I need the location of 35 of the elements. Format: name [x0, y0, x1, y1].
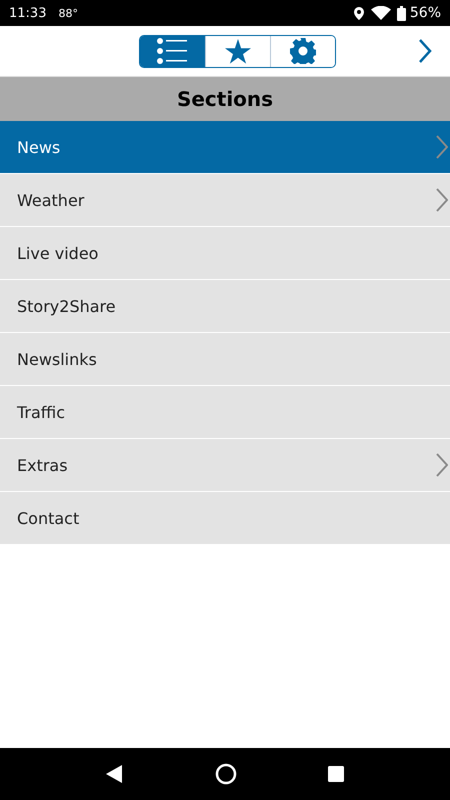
location-icon — [352, 6, 365, 20]
section-label: Newslinks — [17, 350, 97, 368]
chevron-right-icon — [436, 135, 448, 159]
section-item[interactable]: Live video — [0, 227, 450, 280]
wifi-icon — [370, 6, 391, 20]
gear-tab[interactable] — [270, 36, 334, 66]
list-tab[interactable] — [140, 36, 204, 66]
section-item[interactable]: Newslinks — [0, 333, 450, 386]
section-item[interactable]: Weather — [0, 174, 450, 227]
header-title: Sections — [176, 87, 274, 111]
chevron-right-icon — [436, 453, 448, 477]
section-item[interactable]: Extras — [0, 439, 450, 492]
section-label: Traffic — [17, 402, 66, 422]
section-label: Live video — [17, 244, 98, 262]
clock: 11:33 — [9, 6, 46, 20]
section-label: Story2Share — [17, 296, 116, 316]
chevron-right-icon[interactable] — [418, 38, 432, 64]
star-icon — [224, 38, 250, 64]
battery-percent: 56% — [410, 5, 441, 21]
section-label: Weather — [17, 190, 84, 210]
settings-icon — [290, 38, 316, 64]
section-label: Extras — [17, 456, 68, 474]
section-label: News — [17, 138, 60, 156]
battery-icon — [396, 6, 406, 20]
section-item[interactable]: News — [0, 121, 450, 174]
chevron-right-icon — [436, 188, 448, 212]
home-icon[interactable] — [214, 763, 237, 785]
section-item[interactable]: Traffic — [0, 386, 450, 439]
list-icon — [157, 38, 187, 64]
section-label: Contact — [17, 508, 80, 528]
recents-icon[interactable] — [328, 766, 344, 782]
section-item[interactable]: Story2Share — [0, 280, 450, 333]
section-item[interactable]: Contact — [0, 492, 450, 545]
temperature: 88° — [58, 6, 78, 20]
back-icon[interactable] — [106, 765, 124, 783]
